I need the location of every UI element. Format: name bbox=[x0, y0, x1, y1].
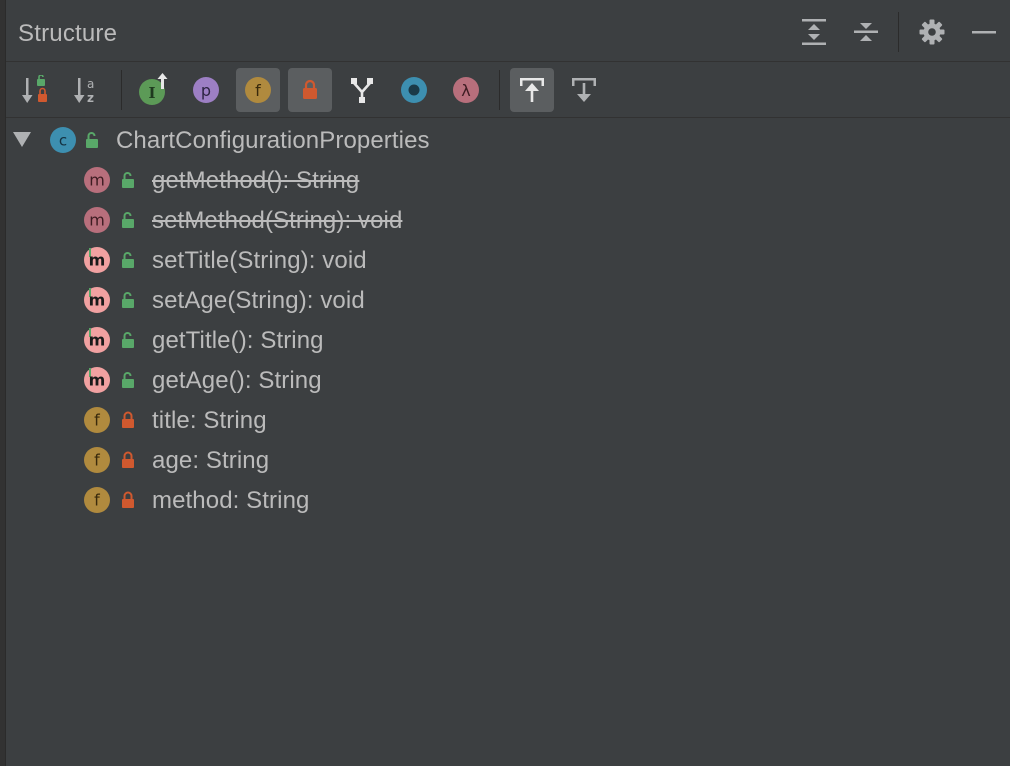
generated-method-icon: m bbox=[84, 287, 110, 313]
method-label: setAge(String): void bbox=[152, 287, 365, 314]
svg-text:m: m bbox=[89, 251, 106, 270]
svg-text:m: m bbox=[89, 211, 105, 230]
field-label: age: String bbox=[152, 447, 270, 474]
circle-icon bbox=[401, 77, 427, 103]
public-lock-icon bbox=[122, 332, 134, 348]
method-label: getAge(): String bbox=[152, 367, 322, 394]
settings-button[interactable] bbox=[914, 14, 950, 50]
lambda-icon: λ bbox=[453, 77, 479, 103]
class-name-label: ChartConfigurationProperties bbox=[116, 127, 430, 154]
tree-member-row[interactable]: f title: String bbox=[6, 400, 1010, 440]
method-label: getMethod(): String bbox=[152, 167, 360, 194]
tree-member-row[interactable]: m setMethod(String): void bbox=[6, 200, 1010, 240]
private-lock-icon bbox=[122, 491, 134, 508]
public-lock-icon bbox=[122, 172, 134, 188]
tool-window-title: Structure bbox=[18, 20, 118, 47]
generated-method-icon: m bbox=[84, 327, 110, 353]
svg-text:f: f bbox=[94, 491, 100, 510]
sort-alphabetically-button[interactable]: a z bbox=[66, 68, 110, 112]
private-lock-icon bbox=[122, 411, 134, 428]
property-icon: p bbox=[193, 77, 219, 103]
interface-inherited-icon: I bbox=[139, 73, 168, 105]
field-label: title: String bbox=[152, 407, 267, 434]
show-lambda-expressions-button[interactable]: λ bbox=[444, 68, 488, 112]
tree-member-row[interactable]: m setTitle(String): void bbox=[6, 240, 1010, 280]
public-lock-icon bbox=[122, 212, 134, 228]
show-properties-button[interactable]: p bbox=[184, 68, 228, 112]
expanded-triangle-icon[interactable] bbox=[12, 130, 32, 150]
structure-toolbar: a z I p f λ bbox=[6, 62, 1010, 118]
field-icon: f bbox=[84, 407, 110, 433]
field-icon: f bbox=[245, 77, 271, 103]
public-lock-icon bbox=[122, 292, 134, 308]
autoscroll-from-source-button[interactable] bbox=[562, 68, 606, 112]
anonymous-icon bbox=[351, 78, 373, 103]
tool-window-header: Structure bbox=[6, 0, 1010, 62]
generated-method-icon: m bbox=[84, 367, 110, 393]
svg-text:λ: λ bbox=[461, 81, 470, 100]
expand-all-button[interactable] bbox=[796, 14, 832, 50]
toolbar-separator bbox=[499, 70, 500, 110]
hide-button[interactable] bbox=[966, 14, 1002, 50]
svg-text:m: m bbox=[89, 371, 106, 390]
minimize-icon bbox=[972, 31, 996, 34]
public-lock-icon bbox=[122, 372, 134, 388]
tree-root-node[interactable]: c ChartConfigurationProperties bbox=[6, 120, 1010, 160]
lock-icon bbox=[303, 79, 317, 99]
method-label: setTitle(String): void bbox=[152, 247, 367, 274]
method-label: setMethod(String): void bbox=[152, 207, 403, 234]
tree-member-row[interactable]: m getAge(): String bbox=[6, 360, 1010, 400]
autoscroll-from-icon bbox=[572, 78, 596, 102]
svg-text:f: f bbox=[94, 411, 100, 430]
public-lock-icon bbox=[122, 252, 134, 268]
sort-alpha-icon: a z bbox=[74, 77, 94, 105]
tree-member-row[interactable]: f age: String bbox=[6, 440, 1010, 480]
svg-text:f: f bbox=[94, 451, 100, 470]
tree-member-row[interactable]: m getTitle(): String bbox=[6, 320, 1010, 360]
gear-icon bbox=[919, 19, 945, 45]
show-non-public-button[interactable] bbox=[288, 68, 332, 112]
tree-member-row[interactable]: f method: String bbox=[6, 480, 1010, 520]
toolbar-separator bbox=[121, 70, 122, 110]
method-icon: m bbox=[84, 167, 110, 193]
sort-by-visibility-button[interactable] bbox=[14, 68, 58, 112]
show-inherited-button[interactable]: I bbox=[132, 68, 176, 112]
collapse-all-icon bbox=[854, 23, 878, 41]
svg-text:m: m bbox=[89, 291, 106, 310]
svg-text:m: m bbox=[89, 171, 105, 190]
structure-tree[interactable]: c ChartConfigurationProperties m getMetho… bbox=[6, 120, 1010, 766]
method-icon: m bbox=[84, 207, 110, 233]
method-label: getTitle(): String bbox=[152, 327, 324, 354]
field-icon: f bbox=[84, 487, 110, 513]
field-icon: f bbox=[84, 447, 110, 473]
svg-text:p: p bbox=[201, 81, 211, 100]
public-lock-icon bbox=[86, 132, 98, 148]
show-fields-button[interactable]: f bbox=[236, 68, 280, 112]
header-separator bbox=[898, 12, 899, 52]
svg-text:z: z bbox=[87, 91, 94, 105]
tree-member-row[interactable]: m setAge(String): void bbox=[6, 280, 1010, 320]
expand-all-icon bbox=[802, 19, 826, 45]
svg-text:f: f bbox=[255, 81, 261, 100]
svg-text:a: a bbox=[87, 77, 94, 91]
svg-text:m: m bbox=[89, 331, 106, 350]
svg-text:c: c bbox=[59, 132, 67, 150]
sort-visibility-icon bbox=[22, 75, 47, 103]
private-lock-icon bbox=[122, 451, 134, 468]
autoscroll-to-source-button[interactable] bbox=[510, 68, 554, 112]
show-anonymous-button[interactable] bbox=[340, 68, 384, 112]
generated-method-icon: m bbox=[84, 247, 110, 273]
class-icon: c bbox=[50, 127, 76, 153]
collapse-all-button[interactable] bbox=[848, 14, 884, 50]
show-lambdas-button[interactable] bbox=[392, 68, 436, 112]
autoscroll-to-icon bbox=[520, 78, 544, 102]
field-label: method: String bbox=[152, 487, 310, 514]
svg-text:I: I bbox=[148, 84, 155, 102]
tree-member-row[interactable]: m getMethod(): String bbox=[6, 160, 1010, 200]
